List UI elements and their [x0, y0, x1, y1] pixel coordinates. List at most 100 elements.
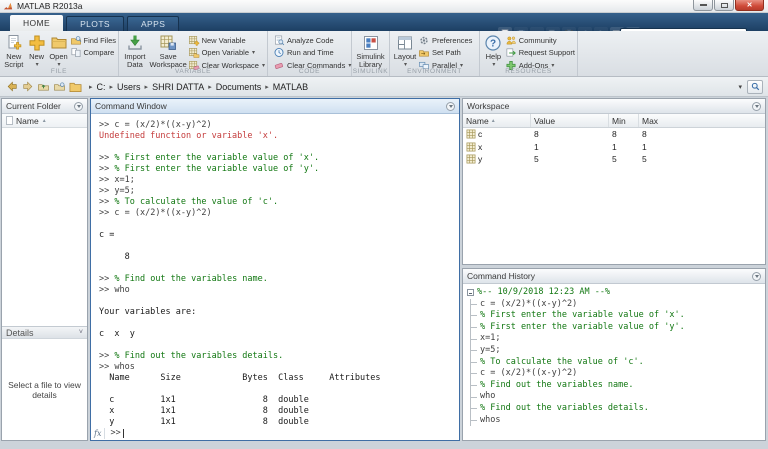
command-window-menu-button[interactable] — [446, 101, 455, 111]
history-item[interactable]: % First enter the variable value of 'x'. — [471, 310, 765, 322]
matrix-icon — [466, 154, 476, 164]
maximize-button[interactable] — [714, 0, 734, 11]
back-button[interactable] — [5, 81, 18, 93]
column-header-min[interactable]: Min — [609, 114, 639, 127]
simulink-library-button[interactable]: Simulink Library — [354, 32, 387, 69]
new-script-label: New Script — [4, 52, 24, 69]
find-files-label: Find Files — [83, 35, 117, 45]
current-folder-menu-button[interactable] — [74, 101, 83, 111]
new-script-icon — [5, 34, 23, 52]
column-header-name[interactable]: Name ▲ — [463, 114, 531, 127]
open-button[interactable]: Open ▾ — [48, 32, 70, 69]
workspace-variable-row[interactable]: x 1 1 1 — [463, 141, 765, 154]
window-title: MATLAB R2013a — [17, 1, 83, 11]
console-line: c = (x/2)*((x-y)^2) — [114, 208, 212, 218]
tab-plots[interactable]: PLOTS — [66, 16, 124, 31]
sort-ascending-icon: ▲ — [41, 117, 47, 124]
breadcrumb-segment-drive[interactable]: C: — [97, 82, 106, 92]
browse-folder-button[interactable] — [53, 81, 66, 93]
layout-button[interactable]: Layout ▾ — [392, 32, 418, 69]
request-support-button[interactable]: Request Support — [505, 48, 575, 58]
history-item[interactable]: % First enter the variable value of 'y'. — [471, 322, 765, 334]
preferences-gear-icon — [418, 35, 430, 46]
open-label: Open — [49, 52, 68, 61]
history-item[interactable]: % Find out the variables details. — [471, 403, 765, 415]
folder-search-button[interactable] — [747, 79, 763, 94]
import-data-button[interactable]: Import Data — [121, 32, 149, 69]
toolstrip-ribbon: New Script New ▾ Open ▾ Find Files Compa… — [0, 31, 768, 77]
history-session-header[interactable]: %-- 10/9/2018 12:23 AM --% — [467, 287, 765, 299]
find-files-button[interactable]: Find Files — [70, 35, 117, 46]
console-line: c x y — [99, 329, 135, 339]
compare-label: Compare — [83, 48, 115, 57]
name-column-label: Name — [16, 115, 39, 126]
save-workspace-button[interactable]: Save Workspace — [149, 32, 188, 69]
ribbon-section-resources: ? Help ▾ Community Request Support Add-O… — [480, 31, 578, 76]
ribbon-section-file: New Script New ▾ Open ▾ Find Files Compa… — [0, 31, 119, 76]
workspace-variable-row[interactable]: c 8 8 8 — [463, 128, 765, 141]
workspace-variable-row[interactable]: y 5 5 5 — [463, 153, 765, 166]
run-and-time-button[interactable]: Run and Time — [273, 48, 351, 58]
breadcrumb-separator-icon: ▸ — [109, 83, 114, 91]
up-one-level-button[interactable] — [37, 81, 50, 93]
command-history-menu-button[interactable] — [752, 271, 761, 281]
variable-name: y — [478, 154, 483, 165]
tab-home[interactable]: HOME — [10, 15, 64, 31]
command-prompt-row[interactable]: fx >> — [91, 426, 459, 440]
variable-value: 1 — [534, 141, 539, 152]
minimize-button[interactable] — [693, 0, 713, 11]
compare-button[interactable]: Compare — [70, 48, 117, 58]
current-folder-file-list[interactable] — [2, 128, 87, 326]
details-bar[interactable]: Details ˅ — [2, 326, 87, 339]
tab-apps[interactable]: APPS — [126, 16, 180, 31]
preferences-label: Preferences — [432, 35, 473, 45]
function-browser-button[interactable]: fx — [93, 427, 106, 439]
history-item[interactable]: x=1; — [471, 333, 765, 345]
section-label-code: CODE — [298, 68, 321, 75]
run-and-time-label: Run and Time — [287, 48, 334, 57]
history-item[interactable]: c = (x/2)*((x-y)^2) — [471, 368, 765, 380]
file-page-icon — [6, 116, 13, 125]
maximize-icon — [720, 2, 728, 8]
toolstrip-tab-bar: HOME PLOTS APPS ✂ ↶ ↷ ? — [0, 13, 768, 42]
command-window-output[interactable]: >> c = (x/2)*((x-y)^2) Undefined function… — [91, 115, 459, 426]
current-folder-icon — [69, 81, 82, 93]
preferences-button[interactable]: Preferences — [418, 35, 472, 45]
community-button[interactable]: Community — [505, 35, 575, 45]
open-variable-icon — [188, 47, 200, 58]
breadcrumb-segment-users[interactable]: Users — [117, 82, 141, 92]
history-item[interactable]: who — [471, 391, 765, 403]
collapse-expander-icon[interactable] — [467, 289, 474, 297]
breadcrumb-segment-documents[interactable]: Documents — [216, 82, 262, 92]
command-window-panel: Command Window >> c = (x/2)*((x-y)^2) Und… — [90, 98, 460, 441]
set-path-button[interactable]: Set Path — [418, 48, 472, 58]
analyze-code-label: Analyze Code — [287, 35, 334, 45]
history-item[interactable]: % Find out the variables name. — [471, 380, 765, 392]
new-variable-button[interactable]: New Variable — [188, 35, 265, 46]
section-label-environment: ENVIRONMENT — [407, 68, 462, 75]
variable-name: c — [478, 129, 483, 140]
new-script-button[interactable]: New Script — [2, 32, 26, 69]
history-item[interactable]: c = (x/2)*((x-y)^2) — [471, 299, 765, 311]
forward-button[interactable] — [21, 81, 34, 93]
column-header-max[interactable]: Max — [639, 114, 765, 127]
breadcrumb-segment-user[interactable]: SHRI DATTA — [152, 82, 204, 92]
request-support-label: Request Support — [518, 48, 575, 57]
console-line: y=5; — [114, 186, 135, 196]
find-files-icon — [70, 35, 82, 46]
current-folder-column-header[interactable]: Name ▲ — [2, 114, 87, 128]
history-item[interactable]: y=5; — [471, 345, 765, 357]
column-header-value[interactable]: Value — [531, 114, 609, 127]
history-item[interactable]: whos — [471, 415, 765, 427]
address-dropdown-icon[interactable]: ▾ — [738, 83, 742, 91]
open-variable-button[interactable]: Open Variable ▾ — [188, 48, 265, 58]
history-item[interactable]: % To calculate the value of 'c'. — [471, 357, 765, 369]
breadcrumb-segment-matlab[interactable]: MATLAB — [273, 82, 308, 92]
desktop-area: Current Folder Name ▲ Details ˅ Select a… — [0, 97, 768, 449]
analyze-code-button[interactable]: Analyze Code — [273, 35, 351, 45]
workspace-menu-button[interactable] — [752, 101, 761, 111]
new-button[interactable]: New ▾ — [26, 32, 48, 69]
command-history-panel: Command History %-- 10/9/2018 12:23 AM -… — [462, 268, 766, 441]
close-button[interactable]: ✕ — [735, 0, 764, 11]
help-button[interactable]: ? Help ▾ — [482, 32, 505, 69]
